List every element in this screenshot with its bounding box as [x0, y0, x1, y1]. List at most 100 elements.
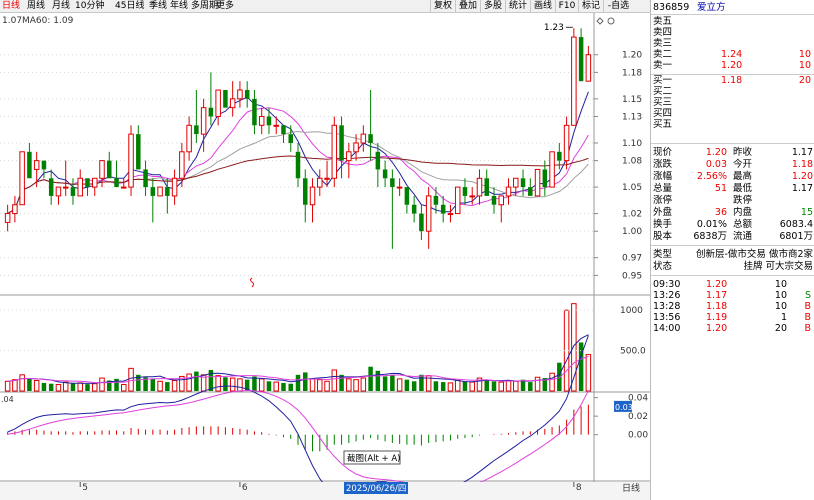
- candle[interactable]: [491, 187, 497, 214]
- candle[interactable]: [317, 169, 323, 196]
- tick-row[interactable]: 13:28 1.18 10 B: [651, 301, 814, 312]
- circle-icon[interactable]: [607, 17, 615, 25]
- candle[interactable]: [585, 45, 592, 82]
- period-tab-6[interactable]: 季线: [149, 0, 167, 13]
- candle[interactable]: [454, 186, 461, 215]
- candle[interactable]: [462, 178, 468, 205]
- toolbar-button-5[interactable]: 画线: [530, 0, 555, 13]
- candle[interactable]: [346, 142, 352, 179]
- tick-row[interactable]: 09:30 1.20 10: [651, 279, 814, 290]
- candle[interactable]: [128, 125, 134, 196]
- candle[interactable]: [484, 169, 489, 196]
- toolbar-button-2[interactable]: 叠加: [455, 0, 480, 13]
- candle[interactable]: [411, 195, 417, 223]
- toolbar-button-3[interactable]: 多股: [480, 0, 505, 13]
- candle[interactable]: [171, 169, 178, 205]
- candle[interactable]: [266, 107, 272, 135]
- candle[interactable]: [425, 187, 432, 249]
- order-row[interactable]: 卖五: [651, 16, 814, 27]
- candle[interactable]: [303, 169, 308, 223]
- period-tab-7[interactable]: 年线: [170, 0, 188, 13]
- candle[interactable]: [150, 178, 156, 223]
- diamond-icon[interactable]: [596, 17, 604, 25]
- toolbar-button-7[interactable]: 标记: [578, 0, 603, 13]
- toolbar-button-6[interactable]: F10: [555, 0, 578, 13]
- candle[interactable]: [288, 125, 293, 152]
- candle[interactable]: [382, 160, 388, 188]
- period-tab-9[interactable]: 更多: [216, 0, 234, 13]
- candle[interactable]: [390, 169, 395, 249]
- candle[interactable]: [258, 107, 265, 135]
- order-row[interactable]: 买三: [651, 97, 814, 108]
- candle[interactable]: [62, 160, 69, 196]
- order-row[interactable]: 卖一 1.20 10: [651, 60, 814, 71]
- candle[interactable]: [534, 168, 541, 197]
- candle[interactable]: [513, 177, 519, 196]
- candle[interactable]: [520, 169, 526, 196]
- candle[interactable]: [360, 125, 367, 152]
- period-tab-1[interactable]: 日线: [2, 0, 20, 13]
- candle[interactable]: [229, 81, 236, 117]
- candle[interactable]: [77, 169, 83, 197]
- candle[interactable]: [528, 178, 533, 196]
- toolbar-button-8[interactable]: -自选: [603, 0, 633, 13]
- order-row[interactable]: 买一 1.18 20: [651, 75, 814, 86]
- tick-row[interactable]: 13:56 1.19 1 B: [651, 312, 814, 323]
- candle[interactable]: [237, 81, 243, 108]
- candle[interactable]: [194, 90, 199, 143]
- period-tab-4[interactable]: 10分钟: [75, 0, 104, 13]
- candle[interactable]: [498, 195, 505, 223]
- candle[interactable]: [91, 177, 98, 196]
- candle[interactable]: [578, 28, 584, 82]
- candle[interactable]: [107, 151, 112, 179]
- candle[interactable]: [143, 160, 148, 196]
- candle[interactable]: [281, 125, 286, 143]
- candle[interactable]: [549, 151, 555, 188]
- candle[interactable]: [404, 187, 410, 214]
- candle[interactable]: [12, 195, 18, 223]
- candle[interactable]: [55, 186, 62, 205]
- candle[interactable]: [114, 160, 119, 188]
- candle[interactable]: [136, 125, 141, 170]
- candle[interactable]: [157, 186, 163, 197]
- tick-row[interactable]: 13:26 1.17 10 S: [651, 290, 814, 301]
- order-row[interactable]: 买二: [651, 86, 814, 97]
- candle[interactable]: [505, 178, 512, 205]
- candle[interactable]: [252, 90, 257, 135]
- candle[interactable]: [244, 81, 250, 108]
- candle[interactable]: [295, 142, 301, 188]
- period-tab-3[interactable]: 月线: [52, 0, 70, 13]
- order-row[interactable]: 卖四: [651, 27, 814, 38]
- candle[interactable]: [223, 90, 228, 108]
- candle[interactable]: [368, 90, 373, 161]
- candle[interactable]: [309, 178, 316, 223]
- candle[interactable]: [476, 169, 483, 205]
- candle[interactable]: [70, 178, 76, 205]
- candle[interactable]: [27, 142, 32, 179]
- candle[interactable]: [19, 151, 25, 206]
- candle[interactable]: [215, 89, 221, 126]
- period-tab-5[interactable]: 45日线: [115, 0, 144, 13]
- candle[interactable]: [4, 204, 11, 232]
- candle[interactable]: [186, 116, 192, 161]
- toolbar-button-4[interactable]: 统计: [505, 0, 530, 13]
- order-row[interactable]: 买四: [651, 108, 814, 119]
- candle[interactable]: [571, 28, 577, 126]
- order-row[interactable]: 卖二 1.24 10: [651, 49, 814, 60]
- period-tab-8[interactable]: 多周期: [191, 0, 218, 13]
- period-tab-2[interactable]: 周线: [27, 0, 45, 13]
- candle[interactable]: [447, 204, 454, 223]
- order-row[interactable]: 卖三: [651, 38, 814, 49]
- candle[interactable]: [419, 204, 424, 241]
- period-indicator[interactable]: 日线: [622, 482, 640, 494]
- candle[interactable]: [396, 178, 403, 196]
- toolbar-button-1[interactable]: 复权: [430, 0, 455, 13]
- candle[interactable]: [339, 116, 344, 179]
- order-row[interactable]: 买五: [651, 119, 814, 130]
- candle[interactable]: [99, 160, 105, 188]
- stock-name[interactable]: 爱立方: [697, 1, 726, 14]
- kline-chart[interactable]: 1.20 1.18 1.15 1.13 1.10 1.08 1.05 1.02 1.00 0.97…: [0, 13, 650, 500]
- candle[interactable]: [48, 169, 54, 205]
- candle[interactable]: [331, 116, 338, 188]
- tick-row[interactable]: 14:00 1.20 20 B: [651, 323, 814, 334]
